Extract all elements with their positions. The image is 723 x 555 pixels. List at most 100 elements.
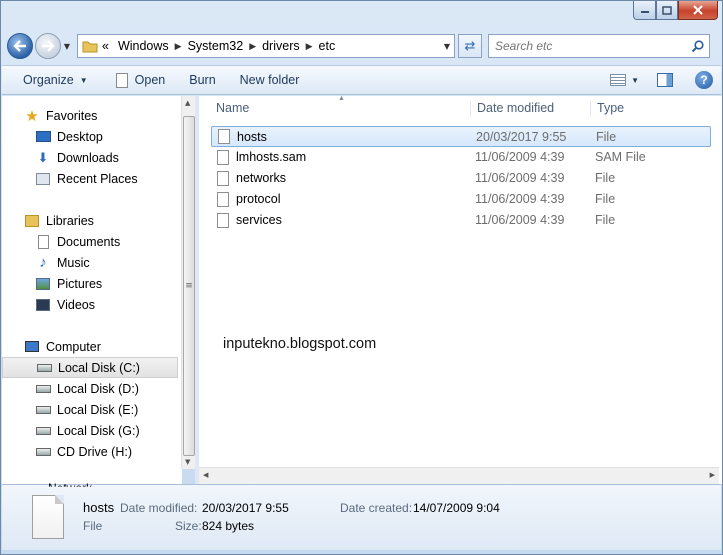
search-box[interactable] [488, 34, 710, 58]
music-icon: ♪ [39, 254, 47, 271]
nav-cd-drive-h[interactable]: CD Drive (H:) [2, 441, 178, 462]
nav-disk-d-label: Local Disk (D:) [57, 381, 139, 396]
file-date: 11/06/2009 4:39 [475, 150, 565, 164]
new-folder-button[interactable]: New folder [226, 66, 310, 94]
nav-local-disk-g[interactable]: Local Disk (G:) [2, 420, 178, 441]
file-date: 11/06/2009 4:39 [475, 213, 565, 227]
documents-icon [35, 234, 51, 250]
nav-desktop[interactable]: Desktop [2, 126, 178, 147]
scroll-right-icon[interactable]: ▶ [710, 471, 715, 479]
pictures-icon [35, 276, 51, 292]
explorer-window: ▼ « Windows ▶ System32 ▶ drivers ▶ etc ▼… [0, 0, 723, 555]
minimize-button[interactable] [633, 1, 656, 20]
file-type: SAM File [595, 150, 646, 164]
nav-pictures[interactable]: Pictures [2, 273, 178, 294]
breadcrumb-system32[interactable]: System32 [188, 39, 244, 53]
chevron-down-icon: ▼ [79, 75, 88, 85]
details-size-label: Size: [175, 519, 202, 533]
nav-computer[interactable]: Computer [2, 336, 178, 357]
command-bar: Organize ▼ Open Burn New folder ▼ ? [2, 65, 721, 95]
libraries-icon [24, 213, 40, 229]
breadcrumb-overflow[interactable]: « [102, 39, 109, 53]
file-preview-icon [32, 495, 64, 539]
column-name-header[interactable]: Name [210, 101, 471, 117]
nav-libraries[interactable]: Libraries [2, 210, 178, 231]
nav-music[interactable]: ♪ Music [2, 252, 178, 273]
file-icon [217, 150, 229, 165]
nav-recent-label: Recent Places [57, 171, 138, 186]
navigation-pane: ★ Favorites Desktop ⬇ Downloads Recent P… [2, 96, 182, 484]
scroll-up-icon[interactable]: ▲ [185, 99, 190, 107]
file-list-pane: ▲ Name Date modified Type hosts 20/03/20… [199, 95, 722, 484]
nav-downloads[interactable]: ⬇ Downloads [2, 147, 178, 168]
breadcrumb-etc[interactable]: etc [319, 39, 336, 53]
nav-favorites-label: Favorites [46, 108, 98, 123]
column-date-header[interactable]: Date modified [471, 101, 591, 117]
nav-local-disk-e[interactable]: Local Disk (E:) [2, 399, 178, 420]
chevron-down-icon[interactable]: ▼ [444, 42, 450, 51]
file-row-networks[interactable]: networks 11/06/2009 4:39 File [211, 168, 711, 189]
watermark-text: inputekno.blogspot.com [223, 336, 377, 352]
search-input[interactable] [495, 39, 675, 53]
address-bar[interactable]: « Windows ▶ System32 ▶ drivers ▶ etc ▼ [77, 34, 455, 58]
nav-videos[interactable]: Videos [2, 294, 178, 315]
drive-icon [35, 381, 51, 397]
open-button[interactable]: Open [98, 66, 176, 94]
nav-desktop-label: Desktop [57, 129, 103, 144]
details-size: 824 bytes [202, 519, 255, 533]
nav-documents[interactable]: Documents [2, 231, 178, 252]
file-row-hosts[interactable]: hosts 20/03/2017 9:55 File [211, 126, 711, 147]
burn-button[interactable]: Burn [175, 66, 225, 94]
nav-disk-e-label: Local Disk (E:) [57, 402, 139, 417]
breadcrumb-drivers[interactable]: drivers [262, 39, 300, 53]
details-date-created: 14/07/2009 9:04 [413, 501, 500, 515]
horizontal-scrollbar[interactable]: ◀ ▶ [199, 467, 719, 484]
close-button[interactable] [678, 1, 718, 20]
file-name: services [236, 213, 282, 227]
organize-label: Organize [23, 73, 74, 87]
file-row-lmhosts[interactable]: lmhosts.sam 11/06/2009 4:39 SAM File [211, 147, 711, 168]
nav-documents-label: Documents [57, 234, 121, 249]
nav-local-disk-c[interactable]: Local Disk (C:) [2, 357, 178, 378]
scrollbar-thumb[interactable]: ≡ [183, 116, 195, 456]
breadcrumb-windows[interactable]: Windows [118, 39, 169, 53]
help-icon[interactable]: ? [695, 71, 713, 89]
nav-disk-g-label: Local Disk (G:) [57, 423, 140, 438]
search-icon[interactable] [691, 39, 704, 53]
nav-favorites[interactable]: ★ Favorites [2, 105, 178, 126]
nav-cd-h-label: CD Drive (H:) [57, 444, 132, 459]
view-controls: ▼ ? [610, 66, 713, 94]
organize-menu[interactable]: Organize ▼ [2, 66, 98, 94]
view-options-dropdown[interactable]: ▼ [631, 76, 639, 85]
videos-icon [35, 297, 51, 313]
recent-places-icon [35, 171, 51, 187]
file-name: lmhosts.sam [236, 150, 307, 164]
maximize-button[interactable] [656, 1, 678, 20]
file-row-protocol[interactable]: protocol 11/06/2009 4:39 File [211, 189, 711, 210]
desktop-icon [35, 129, 51, 145]
view-details-icon[interactable] [610, 74, 627, 86]
chevron-right-icon[interactable]: ▶ [175, 41, 182, 52]
file-type: File [595, 213, 616, 227]
nav-music-label: Music [57, 255, 90, 270]
preview-pane-icon[interactable] [657, 73, 673, 87]
recent-pages-dropdown[interactable]: ▼ [61, 33, 73, 59]
nav-recent-places[interactable]: Recent Places [2, 168, 178, 189]
nav-local-disk-d[interactable]: Local Disk (D:) [2, 378, 178, 399]
arrow-right-icon [42, 40, 55, 52]
back-button[interactable] [7, 33, 33, 59]
scroll-down-icon[interactable]: ▼ [185, 458, 190, 466]
column-type-header[interactable]: Type [591, 101, 711, 117]
chevron-right-icon[interactable]: ▶ [306, 41, 313, 52]
chevron-right-icon[interactable]: ▶ [249, 41, 256, 52]
details-file-kind: File [83, 519, 103, 533]
refresh-button[interactable]: ⇄ [458, 34, 482, 58]
nav-videos-label: Videos [57, 297, 95, 312]
nav-libraries-label: Libraries [46, 213, 94, 228]
file-type: File [595, 192, 616, 206]
file-row-services[interactable]: services 11/06/2009 4:39 File [211, 210, 711, 231]
forward-button[interactable] [35, 33, 61, 59]
close-icon [693, 5, 703, 15]
navigation-pane-scrollbar[interactable]: ▲ ≡ ▼ [181, 96, 195, 469]
scroll-left-icon[interactable]: ◀ [203, 471, 208, 479]
